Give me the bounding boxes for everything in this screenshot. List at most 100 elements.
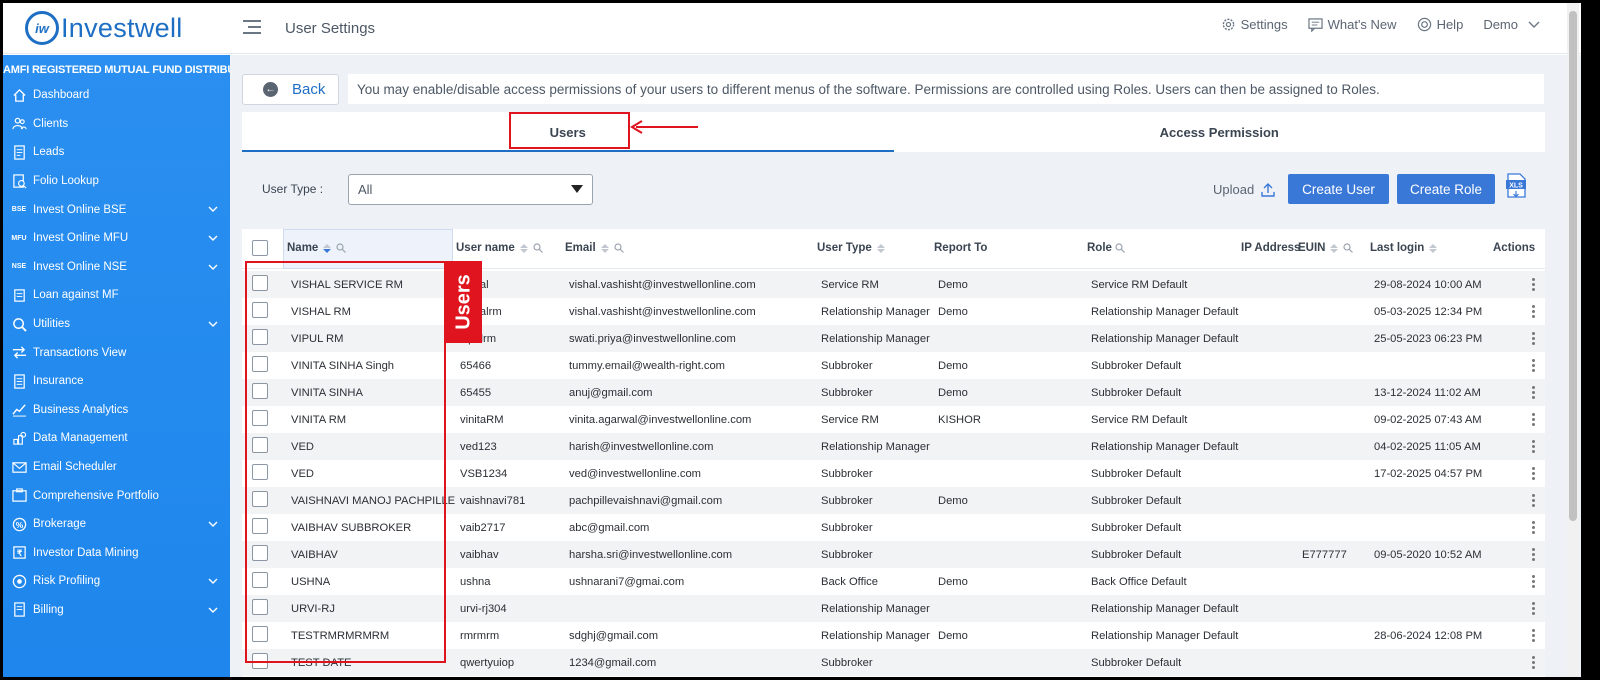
sidebar-item-loan-against-mf[interactable]: Loan against MF xyxy=(3,281,230,310)
search-icon[interactable] xyxy=(1343,243,1354,253)
cell-type: Subbroker xyxy=(821,468,873,480)
row-actions-menu-icon[interactable] xyxy=(1532,440,1535,455)
sidebar-item-invest-online-mfu[interactable]: MFU Invest Online MFU xyxy=(3,224,230,253)
sidebar-item-label: Risk Profiling xyxy=(33,575,101,588)
cell-email: pachpillevaishnavi@gmail.com xyxy=(569,495,723,507)
help-link[interactable]: Help xyxy=(1417,17,1463,32)
sidebar-item-label: Invest Online BSE xyxy=(33,203,127,216)
sidebar-item-clients[interactable]: Clients xyxy=(3,110,230,139)
row-actions-menu-icon[interactable] xyxy=(1532,575,1535,590)
cell-report-to: Demo xyxy=(938,387,968,399)
sidebar-item-label: Invest Online NSE xyxy=(33,260,127,273)
sort-icon[interactable] xyxy=(600,243,609,253)
row-actions-menu-icon[interactable] xyxy=(1532,494,1535,509)
menu-toggle-icon[interactable] xyxy=(243,20,261,36)
upload-label: Upload xyxy=(1213,182,1255,197)
page-scrollbar[interactable] xyxy=(1567,3,1579,677)
logo-mark-icon: iw xyxy=(25,11,59,45)
cell-role: Relationship Manager Default xyxy=(1091,630,1239,642)
xls-download-icon[interactable]: XLS xyxy=(1505,173,1527,201)
sidebar-item-label: Folio Lookup xyxy=(33,175,99,188)
news-icon xyxy=(1307,17,1323,32)
col-role[interactable]: Role xyxy=(1087,242,1125,254)
sidebar-item-brokerage[interactable]: % Brokerage xyxy=(3,510,230,539)
user-name: Demo xyxy=(1483,17,1518,32)
row-actions-menu-icon[interactable] xyxy=(1532,602,1535,617)
sidebar-item-label: Data Management xyxy=(33,432,128,445)
col-report-to[interactable]: Report To xyxy=(934,242,987,254)
chevron-down-icon xyxy=(208,262,218,274)
sidebar-item-comprehensive-portfolio[interactable]: Comprehensive Portfolio xyxy=(3,481,230,510)
col-username[interactable]: User name xyxy=(456,242,543,254)
row-actions-menu-icon[interactable] xyxy=(1532,386,1535,401)
cell-type: Relationship Manager xyxy=(821,630,930,642)
row-actions-menu-icon[interactable] xyxy=(1532,656,1535,671)
col-role-label: Role xyxy=(1087,242,1112,254)
sidebar-item-billing[interactable]: Billing xyxy=(3,596,230,625)
sidebar-item-label: Email Scheduler xyxy=(33,461,117,474)
search-icon[interactable] xyxy=(336,243,347,253)
cell-type: Relationship Manager xyxy=(821,441,930,453)
search-icon[interactable] xyxy=(533,243,543,253)
sort-icon[interactable] xyxy=(876,243,885,253)
row-actions-menu-icon[interactable] xyxy=(1532,359,1535,374)
sidebar-item-label: Investor Data Mining xyxy=(33,546,139,559)
upload-icon xyxy=(1261,182,1275,197)
tab-access-permission[interactable]: Access Permission xyxy=(894,112,1546,152)
row-actions-menu-icon[interactable] xyxy=(1532,629,1535,644)
sidebar-item-insurance[interactable]: Insurance xyxy=(3,367,230,396)
col-ip-address[interactable]: IP Address xyxy=(1241,242,1300,254)
sidebar-item-utilities[interactable]: Utilities xyxy=(3,310,230,339)
sort-icon[interactable] xyxy=(1429,243,1438,253)
row-actions-menu-icon[interactable] xyxy=(1532,521,1535,536)
sidebar-item-investor-data-mining[interactable]: ₹ Investor Data Mining xyxy=(3,539,230,568)
sidebar-item-folio-lookup[interactable]: Folio Lookup xyxy=(3,167,230,196)
user-menu[interactable]: Demo xyxy=(1483,17,1545,32)
sort-icon[interactable] xyxy=(519,243,528,253)
sidebar-item-data-management[interactable]: Data Management xyxy=(3,424,230,453)
sidebar-item-leads[interactable]: Leads xyxy=(3,138,230,167)
cell-username: ushna xyxy=(460,576,491,588)
search-icon[interactable] xyxy=(1115,243,1125,253)
cell-report-to: Demo xyxy=(938,360,968,372)
cell-type: Service RM xyxy=(821,279,879,291)
sidebar-item-transactions-view[interactable]: Transactions View xyxy=(3,338,230,367)
sort-icon[interactable] xyxy=(323,243,332,253)
cell-role: Subbroker Default xyxy=(1091,468,1182,480)
sidebar-item-dashboard[interactable]: Dashboard xyxy=(3,81,230,110)
row-actions-menu-icon[interactable] xyxy=(1532,278,1535,293)
sort-icon[interactable] xyxy=(1330,243,1339,253)
chevron-down-icon xyxy=(208,204,218,216)
scrollbar-thumb[interactable] xyxy=(1569,11,1577,521)
sidebar-item-label: Brokerage xyxy=(33,518,87,531)
cell-email: ushnarani7@gmai.com xyxy=(569,576,685,588)
sidebar-item-email-scheduler[interactable]: Email Scheduler xyxy=(3,453,230,482)
sidebar-item-label: Insurance xyxy=(33,375,84,388)
row-actions-menu-icon[interactable] xyxy=(1532,305,1535,320)
row-actions-menu-icon[interactable] xyxy=(1532,467,1535,482)
whats-new-link[interactable]: What's New xyxy=(1307,17,1397,32)
sidebar-item-business-analytics[interactable]: Business Analytics xyxy=(3,396,230,425)
settings-link[interactable]: Settings xyxy=(1221,17,1288,32)
sidebar-item-risk-profiling[interactable]: Risk Profiling xyxy=(3,567,230,596)
col-name[interactable]: Name xyxy=(287,242,347,254)
col-email[interactable]: Email xyxy=(565,242,624,254)
sidebar-item-invest-online-bse[interactable]: BSE Invest Online BSE xyxy=(3,195,230,224)
row-actions-menu-icon[interactable] xyxy=(1532,548,1535,563)
row-actions-menu-icon[interactable] xyxy=(1532,332,1535,347)
brand-logo[interactable]: iw Investwell xyxy=(25,11,183,45)
col-user-type[interactable]: User Type xyxy=(817,242,885,254)
cell-role: Relationship Manager Default xyxy=(1091,603,1239,615)
cell-username: urvi-rj304 xyxy=(460,603,507,615)
create-user-button[interactable]: Create User xyxy=(1288,174,1389,204)
upload-button[interactable]: Upload xyxy=(1213,182,1275,197)
back-button[interactable]: ← Back xyxy=(242,74,339,105)
col-euin[interactable]: EUIN xyxy=(1298,242,1354,254)
sidebar-item-invest-online-nse[interactable]: NSE Invest Online NSE xyxy=(3,253,230,282)
user-type-select[interactable]: All xyxy=(348,174,593,205)
select-all-checkbox[interactable] xyxy=(252,240,268,256)
row-actions-menu-icon[interactable] xyxy=(1532,413,1535,428)
col-last-login[interactable]: Last login xyxy=(1370,242,1438,254)
create-role-button[interactable]: Create Role xyxy=(1397,174,1495,204)
search-icon[interactable] xyxy=(614,243,624,253)
